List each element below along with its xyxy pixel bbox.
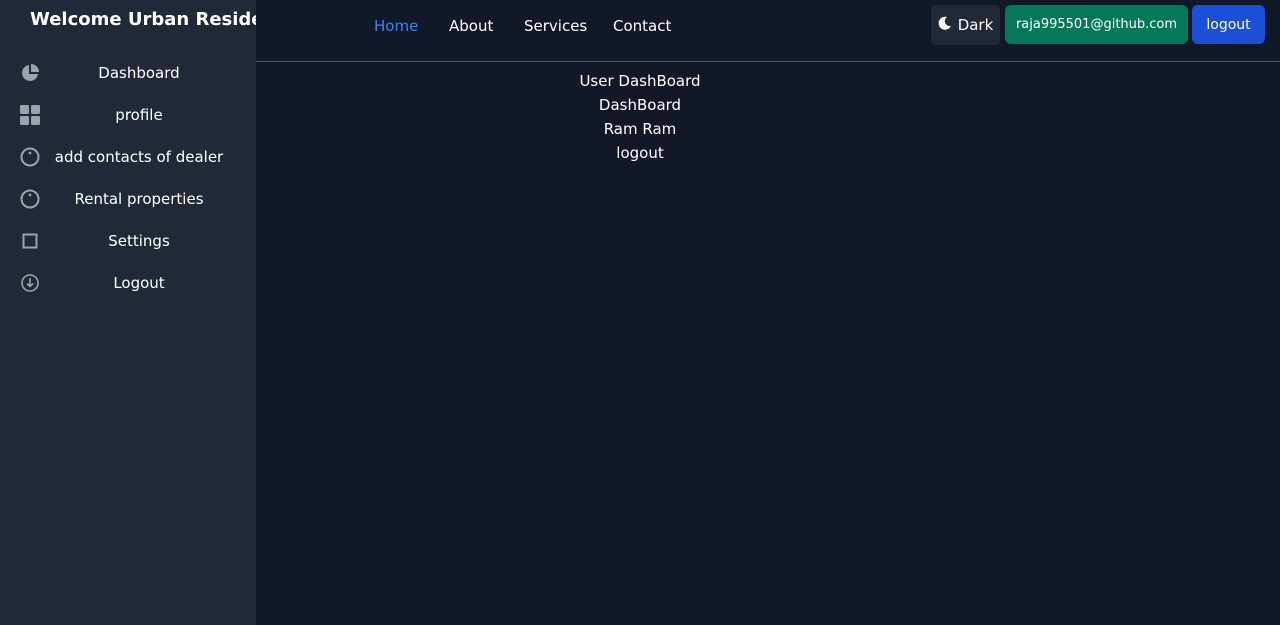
sidebar: Welcome Urban Resident Dashboard profile xyxy=(0,0,256,625)
user-email-button[interactable]: raja995501@github.com xyxy=(1005,5,1188,44)
sidebar-item-label: profile xyxy=(115,106,163,124)
moon-icon xyxy=(938,16,952,34)
nav-link-contact[interactable]: Contact xyxy=(613,16,671,36)
sidebar-item-add-contacts[interactable]: add contacts of dealer xyxy=(0,139,256,175)
sidebar-item-label: Rental properties xyxy=(74,190,204,208)
theme-toggle-button[interactable]: Dark xyxy=(931,5,1000,45)
header-divider xyxy=(256,61,1280,62)
sidebar-item-rental-properties[interactable]: Rental properties xyxy=(0,181,256,217)
nav-link-services[interactable]: Services xyxy=(524,16,587,36)
sidebar-item-label: Settings xyxy=(108,232,170,250)
sidebar-item-label: Logout xyxy=(113,274,165,292)
main-link-logout[interactable]: logout xyxy=(540,143,740,163)
logout-button[interactable]: logout xyxy=(1192,5,1265,44)
sidebar-brand: Welcome Urban Resident xyxy=(30,9,256,30)
nav-link-home[interactable]: Home xyxy=(374,16,418,36)
theme-toggle-label: Dark xyxy=(957,16,994,34)
nav-link-about[interactable]: About xyxy=(449,16,493,36)
sidebar-item-dashboard[interactable]: Dashboard xyxy=(0,55,256,91)
sidebar-item-settings[interactable]: Settings xyxy=(0,223,256,259)
sidebar-item-label: add contacts of dealer xyxy=(54,148,224,166)
sidebar-item-logout[interactable]: Logout xyxy=(0,265,256,301)
sidebar-item-label: Dashboard xyxy=(98,64,180,82)
main-link-dashboard[interactable]: DashBoard xyxy=(540,95,740,115)
sidebar-item-profile[interactable]: profile xyxy=(0,97,256,133)
main-link-ram-ram[interactable]: Ram Ram xyxy=(540,119,740,139)
main-heading: User DashBoard xyxy=(579,72,701,90)
